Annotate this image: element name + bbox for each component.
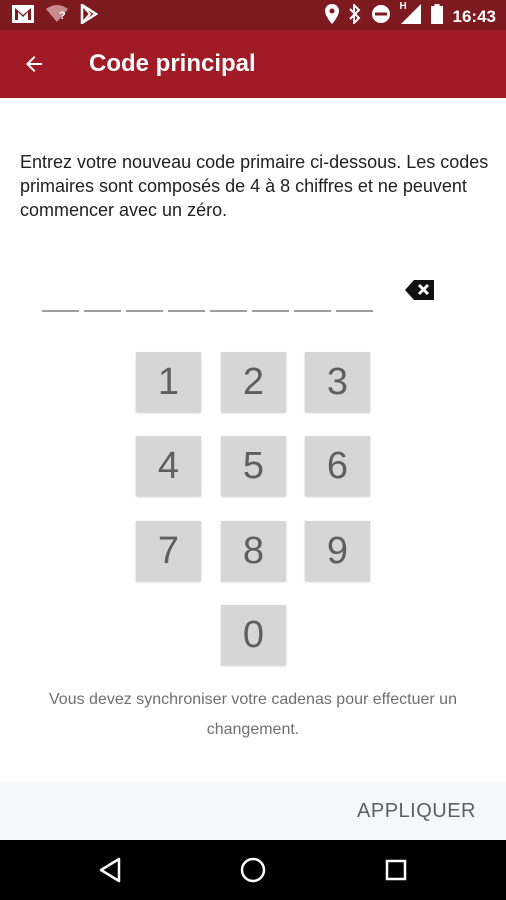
- nav-back-icon[interactable]: [95, 855, 125, 885]
- pin-slot: [252, 310, 289, 312]
- backspace-icon[interactable]: [404, 278, 436, 302]
- apply-button[interactable]: APPLIQUER: [357, 800, 476, 823]
- battery-icon: [430, 4, 443, 29]
- play-store-icon: [80, 2, 99, 29]
- signal-badge: H: [399, 1, 407, 12]
- navigation-bar: [0, 840, 506, 900]
- pin-slot: [336, 310, 373, 312]
- pin-slot: [84, 310, 121, 312]
- keypad-key-5[interactable]: 5: [221, 436, 286, 496]
- wifi-icon: ?: [46, 5, 68, 28]
- do-not-disturb-icon: [371, 4, 391, 29]
- page-title: Code principal: [89, 50, 256, 77]
- pin-slot: [168, 310, 205, 312]
- pin-slot: [210, 310, 247, 312]
- pin-slot: [42, 310, 79, 312]
- location-icon: [324, 4, 339, 29]
- keypad-key-2[interactable]: 2: [221, 352, 286, 412]
- keypad-key-9[interactable]: 9: [305, 521, 370, 581]
- keypad-key-4[interactable]: 4: [136, 436, 201, 496]
- keypad-key-6[interactable]: 6: [305, 436, 370, 496]
- keypad-key-7[interactable]: 7: [136, 521, 201, 581]
- pin-slot: [294, 310, 331, 312]
- nav-recents-icon[interactable]: [381, 855, 411, 885]
- pin-entry[interactable]: [42, 310, 373, 312]
- instructions-text: Entrez votre nouveau code primaire ci-de…: [20, 152, 489, 220]
- keypad-key-3[interactable]: 3: [305, 352, 370, 412]
- status-time: 16:43: [452, 6, 496, 26]
- keypad-key-0[interactable]: 0: [221, 605, 286, 665]
- gmail-icon: [12, 5, 34, 28]
- arrow-back-icon[interactable]: [22, 52, 46, 76]
- bluetooth-icon: [348, 2, 361, 29]
- nav-home-icon[interactable]: [238, 855, 268, 885]
- app-bar: Code principal: [0, 30, 506, 98]
- pin-slot: [126, 310, 163, 312]
- bottom-action-bar: APPLIQUER: [0, 782, 506, 840]
- keypad-key-1[interactable]: 1: [136, 352, 201, 412]
- network-badge: ?: [59, 10, 66, 22]
- cell-signal-icon: H: [399, 1, 421, 29]
- sync-note: Vous devez synchroniser votre cadenas po…: [49, 691, 457, 738]
- status-bar: ? H 16:43: [0, 0, 506, 30]
- keypad-key-8[interactable]: 8: [221, 521, 286, 581]
